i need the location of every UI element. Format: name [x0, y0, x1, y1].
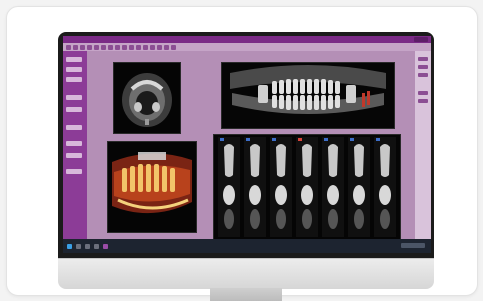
panel-item[interactable] [418, 91, 428, 95]
3d-render-image [108, 142, 196, 232]
monitor-chin [58, 258, 434, 289]
panel-item[interactable] [66, 107, 82, 112]
panel-item[interactable] [66, 67, 82, 72]
panoramic-view[interactable] [221, 62, 395, 129]
panel-item[interactable] [418, 57, 428, 61]
panel-item[interactable] [418, 73, 428, 77]
toolbar-button[interactable] [150, 44, 155, 50]
toolbar-button[interactable] [101, 44, 106, 50]
axial-slice-image [114, 63, 180, 133]
panel-item[interactable] [418, 65, 428, 69]
system-tray[interactable] [401, 243, 425, 248]
app-titlebar [63, 36, 431, 43]
panel-item[interactable] [66, 57, 82, 62]
monitor-screen [63, 36, 431, 253]
panoramic-image [222, 63, 394, 128]
os-taskbar [63, 239, 431, 253]
panel-item[interactable] [66, 77, 82, 82]
app-toolbar [63, 43, 431, 51]
panel-item[interactable] [66, 125, 82, 130]
toolbar-button[interactable] [136, 44, 141, 50]
toolbar-button[interactable] [66, 44, 71, 50]
3d-render-view[interactable] [107, 141, 197, 233]
toolbar-button[interactable] [108, 44, 113, 50]
cross-section-view[interactable] [213, 134, 401, 240]
taskbar-start-icon[interactable] [67, 243, 72, 249]
taskbar-app-icon[interactable] [94, 243, 99, 249]
panel-item[interactable] [66, 141, 82, 146]
toolbar-button[interactable] [171, 44, 176, 50]
left-tool-panel [63, 51, 87, 239]
cross-section-image [214, 135, 400, 239]
taskbar-app-icon[interactable] [103, 243, 108, 249]
panel-item[interactable] [66, 153, 82, 158]
toolbar-button[interactable] [122, 44, 127, 50]
axial-slice-view[interactable] [113, 62, 181, 134]
panel-item[interactable] [66, 95, 82, 100]
toolbar-button[interactable] [87, 44, 92, 50]
toolbar-button[interactable] [157, 44, 162, 50]
window-controls-icon[interactable] [414, 37, 428, 42]
toolbar-button[interactable] [94, 44, 99, 50]
panel-item[interactable] [66, 169, 82, 174]
taskbar-app-icon[interactable] [76, 243, 81, 249]
toolbar-button[interactable] [115, 44, 120, 50]
toolbar-button[interactable] [143, 44, 148, 50]
monitor-stand [210, 288, 282, 301]
right-tool-panel [415, 51, 431, 239]
toolbar-button[interactable] [73, 44, 78, 50]
taskbar-app-icon[interactable] [85, 243, 90, 249]
toolbar-button[interactable] [80, 44, 85, 50]
toolbar-button[interactable] [129, 44, 134, 50]
panel-item[interactable] [418, 99, 428, 103]
toolbar-button[interactable] [164, 44, 169, 50]
